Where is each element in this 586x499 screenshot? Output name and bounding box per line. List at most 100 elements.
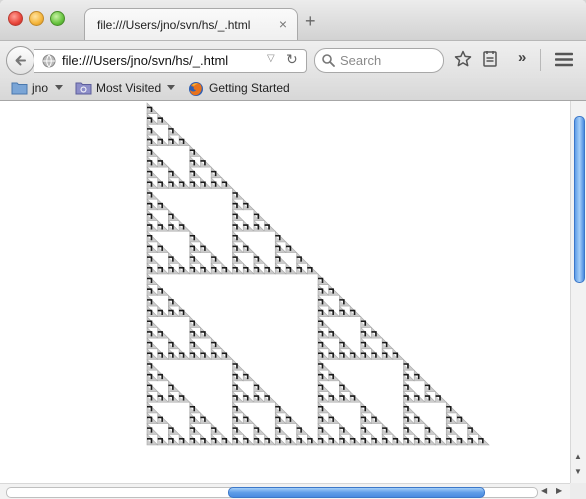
triangle-cell	[403, 433, 415, 446]
scroll-right-arrow-icon[interactable]: ▶	[556, 486, 562, 495]
triangle-cell	[242, 241, 255, 253]
scroll-down-arrow-icon[interactable]: ▼	[574, 467, 582, 476]
triangle-cell	[146, 380, 159, 392]
triangle-cell	[253, 251, 266, 264]
page-content	[0, 101, 570, 483]
triangle-cell	[157, 283, 170, 296]
triangle-cell	[328, 412, 341, 424]
triangle-cell	[339, 422, 351, 435]
url-bar[interactable]: file:///Users/jno/svn/hs/_.html ▽ ↻	[34, 49, 307, 73]
triangle-cell	[349, 433, 362, 446]
triangle-cell	[157, 241, 170, 253]
bookmarks-menu-icon[interactable]	[482, 50, 498, 68]
triangle-cell	[157, 390, 170, 403]
back-button[interactable]	[6, 46, 35, 75]
triangle-cell	[146, 433, 159, 446]
triangle-cell	[274, 422, 287, 435]
triangle-cell	[360, 433, 373, 446]
triangle-cell	[146, 294, 159, 307]
triangle-cell	[146, 102, 159, 114]
reload-icon[interactable]: ↻	[286, 51, 298, 68]
close-window-button[interactable]	[8, 11, 23, 26]
vertical-scrollbar-thumb[interactable]	[574, 116, 585, 283]
triangle-cell	[349, 390, 362, 403]
vertical-scrollbar[interactable]: ▲ ▼	[570, 101, 586, 483]
chevron-down-icon[interactable]	[167, 85, 175, 90]
triangle-cell	[157, 326, 170, 339]
triangle-cell	[168, 123, 180, 136]
triangle-cell	[210, 251, 223, 264]
triangle-cell	[360, 422, 373, 435]
triangle-cell	[146, 198, 159, 211]
triangle-cell	[360, 326, 373, 339]
hamburger-menu-icon[interactable]	[555, 52, 573, 67]
triangle-cell	[210, 337, 223, 350]
bookmark-folder-jno[interactable]: jno	[32, 81, 48, 95]
triangle-cell	[317, 337, 330, 350]
triangle-cell	[232, 241, 244, 253]
triangle-cell	[200, 348, 212, 360]
triangle-cell	[189, 401, 202, 414]
triangle-cell	[285, 262, 298, 275]
triangle-cell	[360, 348, 373, 360]
triangle-cell	[168, 177, 180, 189]
triangle-cell	[264, 433, 276, 446]
triangle-cell	[467, 422, 480, 435]
back-arrow-icon	[15, 55, 26, 66]
triangle-cell	[339, 337, 351, 350]
triangle-cell	[146, 219, 159, 232]
triangle-cell	[168, 305, 180, 318]
triangle-cell	[210, 348, 223, 360]
scroll-up-arrow-icon[interactable]: ▲	[574, 452, 582, 461]
triangle-cell	[403, 369, 415, 382]
triangle-cell	[232, 369, 244, 382]
triangle-cell	[189, 155, 202, 168]
triangle-cell	[253, 433, 266, 446]
triangle-cell	[210, 433, 223, 446]
triangle-cell	[328, 390, 341, 403]
triangle-cell	[371, 326, 383, 339]
triangle-cell	[328, 369, 341, 382]
scroll-left-arrow-icon[interactable]: ◀	[541, 486, 547, 495]
tab-active[interactable]: file:///Users/jno/svn/hs/_.html ×	[84, 8, 298, 41]
triangle-cell	[200, 412, 212, 424]
triangle-cell	[146, 209, 159, 221]
horizontal-scrollbar-thumb[interactable]	[228, 487, 485, 498]
triangle-cell	[157, 412, 170, 424]
chevron-down-icon[interactable]	[55, 85, 63, 90]
bookmark-star-icon[interactable]	[454, 50, 472, 68]
triangle-cell	[424, 433, 437, 446]
triangle-cell	[189, 348, 202, 360]
triangle-cell	[168, 390, 180, 403]
triangle-cell	[360, 337, 373, 350]
triangle-cell	[146, 145, 159, 157]
globe-icon	[42, 54, 56, 68]
title-bar: file:///Users/jno/svn/hs/_.html × +	[0, 0, 586, 41]
triangle-cell	[264, 219, 276, 232]
triangle-cell	[339, 294, 351, 307]
triangle-cell	[178, 433, 191, 446]
triangle-cell	[339, 348, 351, 360]
minimize-window-button[interactable]	[29, 11, 44, 26]
url-history-dropdown-icon[interactable]: ▽	[267, 53, 275, 64]
url-text[interactable]: file:///Users/jno/svn/hs/_.html	[62, 53, 228, 68]
bookmark-folder-most-visited[interactable]: Most Visited	[96, 81, 161, 95]
triangle-cell	[146, 283, 159, 296]
triangle-cell	[157, 219, 170, 232]
triangle-cell	[317, 422, 330, 435]
triangle-cell	[339, 380, 351, 392]
new-tab-button[interactable]: +	[305, 12, 316, 30]
triangle-cell	[200, 155, 212, 168]
triangle-cell	[296, 251, 309, 264]
tab-close-icon[interactable]: ×	[279, 16, 287, 32]
triangle-cell	[274, 433, 287, 446]
horizontal-scrollbar[interactable]: ◀ ▶	[0, 483, 570, 499]
triangle-cell	[317, 316, 330, 328]
triangle-cell	[371, 348, 383, 360]
search-bar[interactable]: Search	[314, 48, 444, 73]
triangle-cell	[146, 166, 159, 179]
triangle-cell	[200, 326, 212, 339]
toolbar-overflow-button[interactable]: »	[518, 49, 526, 66]
bookmark-getting-started[interactable]: Getting Started	[209, 81, 290, 95]
zoom-window-button[interactable]	[50, 11, 65, 26]
